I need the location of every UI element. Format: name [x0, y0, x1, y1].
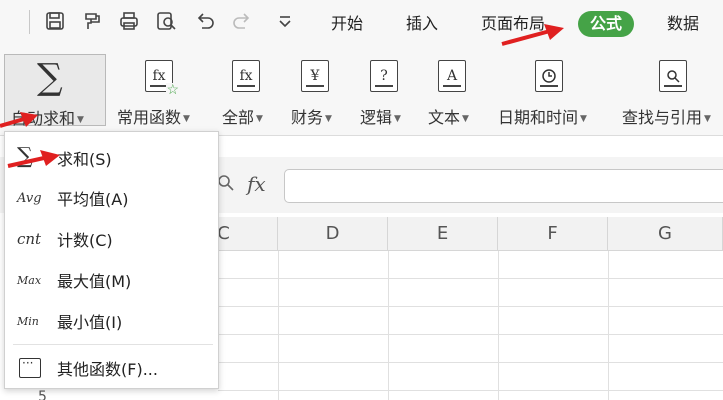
menu-item-sum-label: 求和(S) [57, 150, 112, 169]
sigma-icon: ∑ [37, 57, 63, 98]
menu-item-count[interactable]: cnt 计数(C) [5, 221, 218, 257]
row-line [218, 362, 723, 363]
menu-item-average[interactable]: Avg 平均值(A) [5, 180, 218, 216]
row-line [218, 278, 723, 279]
common-functions-button[interactable]: 常用函数 ▼ [117, 104, 190, 128]
annotation-arrow-autosum [0, 112, 38, 128]
column-line [498, 251, 499, 400]
text-icon[interactable]: A [438, 60, 466, 92]
more-dropdown-icon[interactable] [272, 8, 298, 34]
column-line [388, 251, 389, 400]
menu-item-other-functions-label: 其他函数(F)... [57, 360, 158, 379]
logical-icon[interactable]: ? [370, 60, 398, 92]
count-icon: cnt [17, 230, 42, 248]
ribbon: ∑ 自动求和▼ fx 常用函数▼ fx 全部▼ ¥ 财务▼ ? 逻辑▼ A 文本… [0, 46, 723, 136]
min-icon: Min [17, 314, 39, 328]
column-header-f[interactable]: F [498, 217, 608, 251]
date-time-icon[interactable] [535, 60, 563, 92]
undo-icon[interactable] [192, 8, 218, 34]
column-header-d[interactable]: D [278, 217, 388, 251]
fx-icon[interactable]: fx [247, 172, 266, 196]
print-preview-icon[interactable] [153, 8, 179, 34]
formula-input[interactable] [284, 169, 723, 203]
avg-icon: Avg [17, 190, 42, 206]
tab-home[interactable]: 开始 [331, 11, 363, 37]
other-functions-icon [19, 356, 41, 378]
finance-button[interactable]: 财务 ▼ [291, 104, 332, 128]
quick-access-separator [29, 10, 30, 34]
finance-icon[interactable]: ¥ [301, 60, 329, 92]
all-functions-button[interactable]: 全部 ▼ [222, 104, 263, 128]
menu-item-min[interactable]: Min 最小值(I) [5, 303, 218, 339]
print-icon[interactable] [116, 8, 142, 34]
column-header-g[interactable]: G [608, 217, 723, 251]
column-line [608, 251, 609, 400]
column-line [278, 251, 279, 400]
column-header-e[interactable]: E [388, 217, 498, 251]
lookup-reference-icon[interactable] [659, 60, 687, 92]
tab-formulas[interactable]: 公式 [578, 11, 635, 37]
all-functions-icon[interactable]: fx [232, 60, 260, 92]
row-header-partial: 5 [38, 389, 47, 400]
menu-item-min-label: 最小值(I) [57, 313, 123, 332]
save-icon[interactable] [42, 8, 68, 34]
annotation-arrow-formulas-tab [501, 24, 564, 46]
row-line [218, 390, 723, 391]
menu-divider [13, 344, 213, 345]
row-line [218, 334, 723, 335]
redo-icon[interactable] [229, 8, 255, 34]
common-functions-icon[interactable]: fx [145, 60, 179, 97]
menu-item-max[interactable]: Max 最大值(M) [5, 262, 218, 298]
text-button[interactable]: 文本 ▼ [428, 104, 469, 128]
logical-button[interactable]: 逻辑 ▼ [360, 104, 401, 128]
row-line [218, 306, 723, 307]
annotation-arrow-sum [7, 150, 60, 168]
menubar: 开始 插入 页面布局 公式 数据 [0, 0, 723, 46]
menu-item-max-label: 最大值(M) [57, 272, 132, 291]
menu-item-average-label: 平均值(A) [57, 190, 129, 209]
lookup-reference-button[interactable]: 查找与引用 ▼ [622, 104, 711, 128]
date-time-button[interactable]: 日期和时间 ▼ [498, 104, 587, 128]
menu-item-count-label: 计数(C) [57, 231, 113, 250]
format-painter-icon[interactable] [79, 8, 105, 34]
tab-insert[interactable]: 插入 [406, 11, 438, 37]
menu-item-other-functions[interactable]: 其他函数(F)... [5, 350, 218, 386]
zoom-icon[interactable] [216, 173, 236, 198]
tab-data[interactable]: 数据 [667, 11, 699, 37]
max-icon: Max [17, 273, 42, 287]
